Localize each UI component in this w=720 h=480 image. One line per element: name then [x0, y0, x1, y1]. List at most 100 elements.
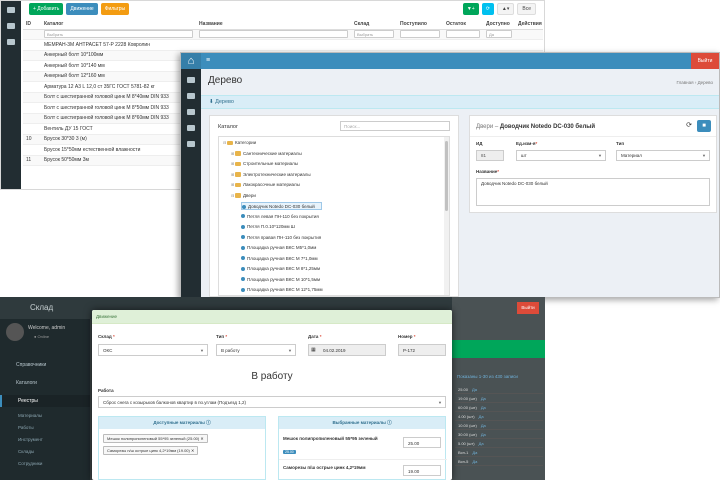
- scrollbar[interactable]: [444, 137, 449, 295]
- nav-item-directories[interactable]: Справочники: [0, 359, 90, 371]
- all-button[interactable]: Все: [517, 3, 536, 15]
- exit-button[interactable]: Выйти: [517, 302, 539, 314]
- add-button[interactable]: + Добавить: [29, 3, 64, 15]
- table-row[interactable]: 5.00 (шт) Да: [455, 439, 543, 448]
- tree-node-item[interactable]: Петля левая ПН-110 без покрытия: [241, 213, 319, 221]
- tree-node-folder[interactable]: ⊞ Сантехнические материалы: [231, 150, 302, 158]
- box-icon[interactable]: [7, 39, 15, 45]
- table-row[interactable]: МЕМРАН-3М АНТРАСЕТ 57-Р 2228 Ковролин: [23, 39, 543, 51]
- column-header[interactable]: Склад: [351, 19, 397, 30]
- move-button[interactable]: Движение: [66, 3, 98, 15]
- received-filter[interactable]: [400, 30, 440, 39]
- tree-node-label: Петля правая ПН-110 без покрытия: [247, 234, 322, 240]
- table-row[interactable]: 25.00 Да: [455, 385, 543, 394]
- unit-select[interactable]: шт ▼: [516, 150, 606, 161]
- save-button[interactable]: ■: [697, 120, 711, 132]
- selected-item-qty[interactable]: 19.00: [403, 465, 441, 476]
- tool-icon[interactable]: [187, 141, 195, 147]
- selected-item-qty[interactable]: 25.00: [403, 437, 441, 448]
- row-id: 10: [23, 134, 41, 145]
- list-icon[interactable]: [187, 93, 195, 99]
- table-row[interactable]: 19.00 (шт) Да: [455, 394, 543, 403]
- add-filter-button[interactable]: ▼+: [462, 3, 479, 15]
- item-icon: [241, 256, 245, 261]
- column-header[interactable]: Поступило: [397, 19, 443, 30]
- type-select[interactable]: В работу ▼: [216, 344, 296, 356]
- column-header[interactable]: Каталог: [41, 19, 196, 30]
- filters-button[interactable]: Фильтры: [100, 3, 130, 15]
- refresh-button[interactable]: ⟳: [481, 3, 494, 15]
- available-filter[interactable]: Да: [486, 30, 512, 39]
- type-select[interactable]: Материал ▼: [616, 150, 710, 161]
- breadcrumb[interactable]: Главная › Дерево: [676, 80, 713, 85]
- available-item[interactable]: Мешок полипропиленовый 55*95 зеленый (25…: [103, 434, 208, 443]
- column-header[interactable]: Доступно: [483, 19, 515, 30]
- refresh-icon[interactable]: ⟳: [686, 121, 692, 129]
- tree-node-label: Площадка ручная ВКС М 10*1,5мм: [247, 276, 321, 282]
- tree-node-item[interactable]: Площадка ручная ВКС М 8*1,25мм: [241, 265, 320, 273]
- tree-node-item[interactable]: Площадка ручная ВКС М5*1,0мм: [241, 244, 316, 252]
- cell-value: Всп-1: [458, 450, 469, 455]
- tree-node-item[interactable]: Петля П.0.10*120мм Ш: [241, 223, 295, 231]
- tree-node-root[interactable]: ⊟ Категории: [223, 139, 256, 147]
- table-row[interactable]: Всп-5 Да: [455, 457, 543, 466]
- table-row[interactable]: 60.00 (шт) Да: [455, 403, 543, 412]
- column-header[interactable]: ID: [23, 19, 41, 30]
- nav-item-catalogs[interactable]: Каталоги: [0, 377, 90, 389]
- table-row[interactable]: 4.00 (шт) Да: [455, 412, 543, 421]
- warehouse-filter[interactable]: Выбрать: [354, 30, 394, 39]
- table-row[interactable]: 30.00 (шт) Да: [455, 430, 543, 439]
- tree-node-folder[interactable]: ⊞ Электротехнические материалы: [231, 171, 311, 179]
- table-row[interactable]: 10.00 (шт) Да: [455, 421, 543, 430]
- id-field: 81: [476, 150, 504, 161]
- tree-node-item[interactable]: Доводчик Notedo DC-030 белый: [241, 202, 322, 210]
- tree-node-label: Петля левая ПН-110 без покрытия: [247, 213, 319, 219]
- hamburger-icon[interactable]: ≡: [206, 57, 210, 64]
- tree-node-item[interactable]: Площадка ручная ВКС М 7*1,0мм: [241, 255, 318, 263]
- info-icon: ⓘ: [387, 420, 392, 425]
- table-row[interactable]: Всп-1 Да: [455, 448, 543, 457]
- logout-button[interactable]: Выйти: [691, 53, 719, 69]
- green-action-bar[interactable]: [452, 340, 545, 358]
- tree-node-item[interactable]: Площадка ручная ВКС М 12*1,75мм: [241, 286, 323, 294]
- tree-node-folder[interactable]: ⊞ Строительные материалы: [231, 160, 298, 168]
- name-textarea[interactable]: Доводчик Notedo DC-030 белый: [476, 178, 710, 206]
- tree-search-input[interactable]: Поиск...: [340, 121, 450, 131]
- menu-icon[interactable]: [7, 7, 15, 13]
- catalog-tree-panel: Каталог Поиск... ⊟ Категории ⊞ Сантехническ…: [209, 115, 459, 297]
- cell-flag: Да: [480, 405, 486, 410]
- available-item[interactable]: Саморезы п/ш острые цинк 4,2*19мм (19.00…: [103, 446, 199, 455]
- tree-node-label: Доводчик Notedo DC-030 белый: [248, 204, 315, 209]
- chevron-down-icon: ▼: [702, 153, 706, 158]
- menu-icon[interactable]: [187, 77, 195, 83]
- home-icon[interactable]: ⌂: [181, 53, 201, 69]
- subnav-item-works[interactable]: Работы: [0, 425, 34, 430]
- detail-item-name: Доводчик Notedo DC-030 белый: [499, 124, 596, 130]
- catalog-filter[interactable]: Выбрать: [44, 30, 193, 39]
- page-title: Дерево: [208, 75, 243, 86]
- tree-node-item[interactable]: Петля правая ПН-110 без покрытия: [241, 234, 321, 242]
- column-header[interactable]: Название: [196, 19, 351, 30]
- user-menu-button[interactable]: ▲▾: [496, 3, 515, 15]
- tree-node-folder[interactable]: ⊟ Двери: [231, 192, 256, 200]
- nav-item-registers[interactable]: Реестры: [0, 395, 90, 407]
- subnav-item-employees[interactable]: Сотрудники: [0, 461, 42, 466]
- row-name: Брусок 50*50мм 3м: [41, 155, 196, 166]
- date-field[interactable]: ▦ 04.02.2019: [308, 344, 386, 356]
- subnav-item-tools[interactable]: Инструмент: [0, 437, 43, 442]
- list-icon[interactable]: [7, 23, 15, 29]
- warehouse-select[interactable]: ОКС ▼: [98, 344, 208, 356]
- tree-node-folder[interactable]: ⊞ Лакокрасочные материалы: [231, 181, 300, 189]
- folder-icon: [235, 172, 241, 177]
- name-filter[interactable]: [199, 30, 348, 39]
- remainder-filter[interactable]: [446, 30, 480, 39]
- column-header[interactable]: Остаток: [443, 19, 483, 30]
- box-icon[interactable]: [187, 125, 195, 131]
- column-header[interactable]: Действия: [515, 19, 543, 30]
- subnav-item-warehouses[interactable]: Склады: [0, 449, 34, 454]
- cell-value: 10.00 (шт): [458, 423, 477, 428]
- tree-node-item[interactable]: Площадка ручная ВКС М 10*1,5мм: [241, 276, 320, 284]
- subnav-item-materials[interactable]: Материалы: [0, 413, 42, 418]
- grid-icon[interactable]: [187, 109, 195, 115]
- work-select[interactable]: Сброс снега с козырьков балконов квартир…: [98, 396, 446, 408]
